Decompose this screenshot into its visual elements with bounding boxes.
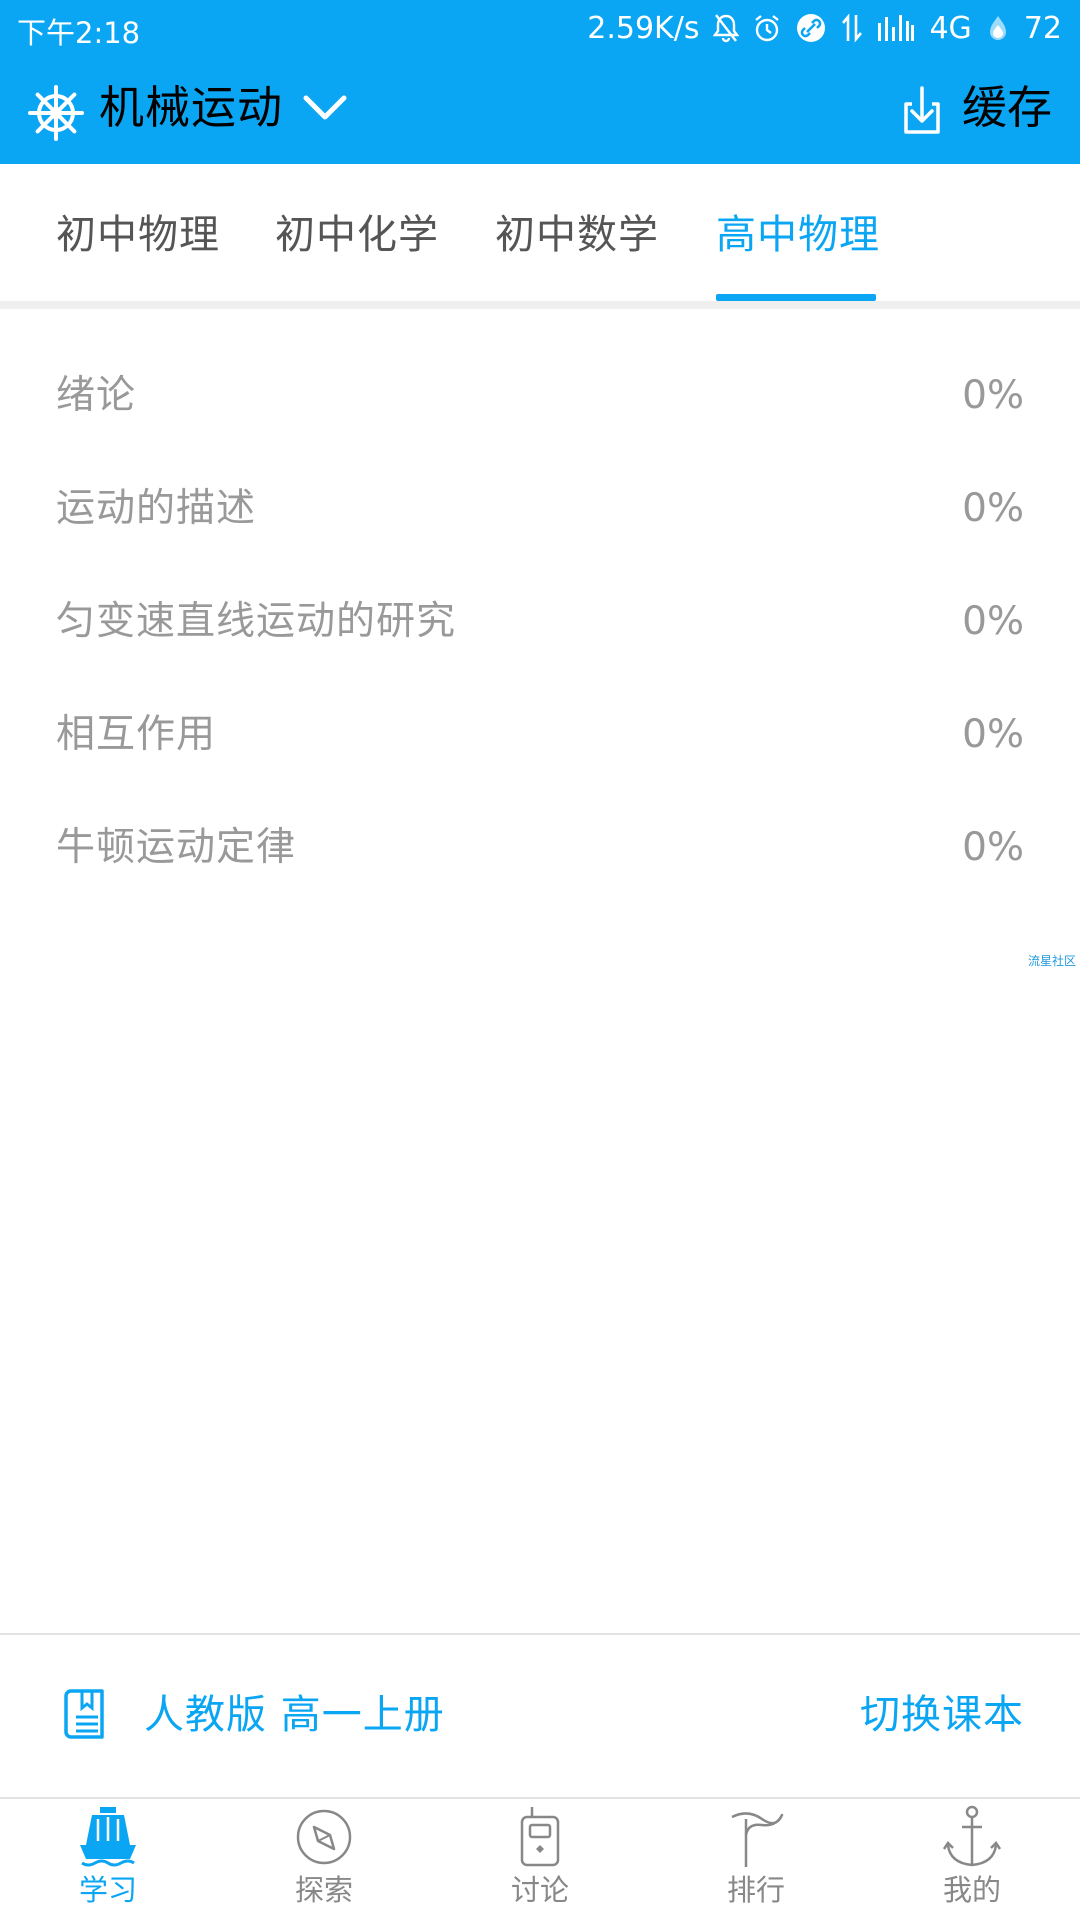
- chapter-progress: 0%: [962, 712, 1024, 757]
- nav-item-discuss[interactable]: 讨论: [432, 1805, 648, 1920]
- course-title[interactable]: 机械运动: [99, 80, 283, 136]
- link-icon: [795, 12, 827, 44]
- switch-textbook-button[interactable]: 切换课本: [860, 1685, 1024, 1745]
- download-icon[interactable]: [898, 86, 946, 142]
- status-time: 下午2:18: [17, 16, 141, 50]
- divider: [0, 301, 1080, 309]
- flag-icon: [726, 1805, 786, 1869]
- tab-senior-physics[interactable]: 高中物理: [716, 205, 880, 265]
- list-item[interactable]: 匀变速直线运动的研究 0%: [0, 566, 1080, 679]
- list-item[interactable]: 运动的描述 0%: [0, 453, 1080, 566]
- chevron-down-icon[interactable]: [302, 92, 348, 128]
- nav-item-study[interactable]: 学习: [0, 1805, 216, 1920]
- bell-off-icon: [713, 13, 740, 43]
- chapter-progress: 0%: [962, 486, 1024, 531]
- battery-icon: [986, 13, 1010, 43]
- nav-label: 我的: [942, 1873, 1001, 1907]
- nav-label: 学习: [78, 1873, 137, 1907]
- list-item[interactable]: 相互作用 0%: [0, 679, 1080, 792]
- book-icon: [60, 1688, 108, 1744]
- signal-icon: [877, 13, 915, 43]
- chapter-title: 匀变速直线运动的研究: [56, 599, 457, 644]
- nav-item-explore[interactable]: 探索: [216, 1805, 432, 1920]
- tab-junior-math[interactable]: 初中数学: [495, 205, 659, 265]
- nav-item-ranking[interactable]: 排行: [648, 1805, 864, 1920]
- nav-item-mine[interactable]: 我的: [864, 1805, 1080, 1920]
- watermark: 流星社区: [1028, 954, 1077, 968]
- network-type: 4G: [929, 10, 972, 46]
- alarm-icon: [753, 13, 781, 43]
- nav-label: 探索: [294, 1873, 353, 1907]
- tab-junior-chemistry[interactable]: 初中化学: [275, 205, 439, 265]
- network-speed: 2.59K/s: [587, 10, 700, 46]
- textbook-name: 人教版 高一上册: [144, 1692, 445, 1738]
- data-transfer-icon: [841, 13, 863, 43]
- chapter-title: 绪论: [56, 373, 137, 418]
- chapter-progress: 0%: [962, 373, 1024, 418]
- battery-level: 72: [1023, 10, 1062, 46]
- tab-indicator: [716, 294, 876, 301]
- cache-button[interactable]: 缓存: [962, 80, 1052, 136]
- list-item[interactable]: 绪论 0%: [0, 340, 1080, 453]
- ship-wheel-icon[interactable]: [28, 85, 84, 145]
- chapter-title: 运动的描述: [56, 486, 257, 531]
- ship-icon: [78, 1805, 138, 1869]
- list-item[interactable]: 牛顿运动定律 0%: [0, 792, 1080, 905]
- nav-label: 讨论: [510, 1873, 569, 1907]
- divider: [0, 1797, 1080, 1799]
- compass-icon: [294, 1805, 354, 1869]
- chapter-title: 相互作用: [56, 712, 217, 757]
- tab-junior-physics[interactable]: 初中物理: [56, 205, 220, 265]
- anchor-icon: [942, 1805, 1002, 1869]
- chapter-title: 牛顿运动定律: [56, 825, 297, 870]
- chapter-progress: 0%: [962, 825, 1024, 870]
- walkie-talkie-icon: [510, 1805, 570, 1869]
- chapter-progress: 0%: [962, 599, 1024, 644]
- status-icons: 2.59K/s 4G 72: [587, 9, 1062, 47]
- nav-label: 排行: [726, 1873, 785, 1907]
- divider: [0, 1633, 1080, 1635]
